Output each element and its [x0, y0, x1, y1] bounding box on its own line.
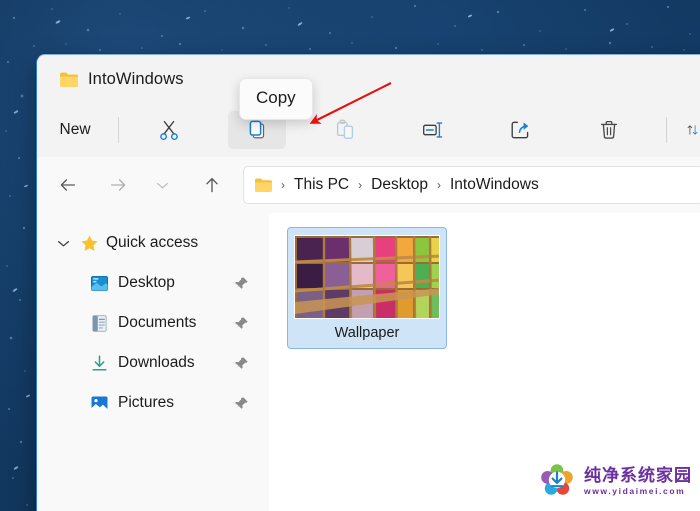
- file-name-label: Wallpaper: [334, 325, 400, 341]
- chevron-down-icon[interactable]: [53, 239, 73, 248]
- up-button[interactable]: [193, 167, 231, 203]
- toolbar-divider-1: [118, 117, 119, 143]
- sidebar-item-label: Pictures: [118, 394, 174, 411]
- delete-button[interactable]: [580, 111, 638, 149]
- pictures-icon: [91, 395, 108, 411]
- navigation-pane: Quick access Desktop Documents Downloads…: [37, 213, 269, 511]
- folder-icon: [60, 72, 78, 87]
- navigation-bar: › This PC › Desktop › IntoWindows: [37, 157, 700, 213]
- tab-title: IntoWindows: [88, 69, 184, 88]
- breadcrumb-separator: ›: [281, 178, 285, 192]
- address-bar[interactable]: › This PC › Desktop › IntoWindows: [243, 166, 700, 204]
- chevron-down-icon: [156, 182, 168, 188]
- watermark-title: 纯净系统家园: [584, 465, 692, 485]
- command-bar: New: [37, 103, 700, 157]
- copy-tooltip: Copy: [239, 78, 313, 120]
- toolbar-divider-2: [666, 117, 667, 143]
- pin-icon[interactable]: [235, 356, 249, 370]
- rename-icon: [423, 122, 443, 138]
- trash-icon: [600, 120, 618, 139]
- sidebar-group-quick-access[interactable]: Quick access: [43, 223, 263, 263]
- site-watermark: 纯净系统家园 www.yidaimei.com: [537, 461, 692, 501]
- pin-icon[interactable]: [235, 276, 249, 290]
- new-button-label: New: [59, 121, 91, 138]
- sidebar-group-label: Quick access: [106, 234, 199, 251]
- breadcrumb-item-intowindows[interactable]: IntoWindows: [445, 174, 544, 196]
- forward-button[interactable]: [99, 167, 137, 203]
- breadcrumb-separator: ›: [437, 178, 441, 192]
- sidebar-item-pictures[interactable]: Pictures: [43, 383, 263, 423]
- file-explorer-window: IntoWindows New › This PC › Desktop › In…: [36, 54, 700, 511]
- documents-icon: [92, 314, 107, 332]
- star-icon: [81, 234, 98, 251]
- sidebar-item-label: Desktop: [118, 274, 175, 291]
- sidebar-item-documents[interactable]: Documents: [43, 303, 263, 343]
- breadcrumb-item-desktop[interactable]: Desktop: [366, 174, 433, 196]
- recent-locations-button[interactable]: [143, 167, 181, 203]
- sort-arrows-icon: [687, 125, 698, 135]
- paste-button: [316, 111, 374, 149]
- desktop-icon: [90, 275, 109, 291]
- arrow-up-icon: [206, 177, 218, 193]
- file-thumbnail: [294, 235, 440, 319]
- watermark-url: www.yidaimei.com: [584, 485, 686, 496]
- share-button[interactable]: [492, 111, 550, 149]
- paste-icon: [336, 119, 354, 139]
- downloads-icon: [92, 354, 107, 371]
- sidebar-item-downloads[interactable]: Downloads: [43, 343, 263, 383]
- pin-icon[interactable]: [235, 396, 249, 410]
- copy-icon: [249, 120, 265, 139]
- arrow-left-icon: [60, 179, 76, 191]
- rename-button[interactable]: [404, 111, 462, 149]
- sort-button[interactable]: So: [678, 111, 700, 149]
- tooltip-label: Copy: [256, 88, 296, 107]
- pin-icon[interactable]: [235, 316, 249, 330]
- folder-icon: [255, 178, 272, 193]
- watermark-text: 纯净系统家园 www.yidaimei.com: [584, 467, 692, 496]
- arrow-right-icon: [110, 179, 126, 191]
- share-icon: [511, 121, 529, 139]
- cut-button[interactable]: [140, 111, 198, 149]
- breadcrumb-separator: ›: [358, 178, 363, 192]
- download-circle-logo: [541, 464, 573, 495]
- sidebar-item-desktop[interactable]: Desktop: [43, 263, 263, 303]
- sidebar-item-label: Documents: [118, 314, 197, 331]
- screen: IntoWindows New › This PC › Desktop › In…: [0, 0, 700, 511]
- new-button[interactable]: New: [47, 111, 107, 149]
- yarn-shelves-photo: [295, 236, 439, 318]
- title-bar: IntoWindows: [37, 55, 700, 103]
- sidebar-item-label: Downloads: [118, 354, 195, 371]
- back-button[interactable]: [49, 167, 87, 203]
- scissors-icon: [160, 120, 178, 141]
- breadcrumb-item-this-pc[interactable]: This PC: [289, 174, 354, 196]
- explorer-tab[interactable]: IntoWindows: [49, 65, 194, 94]
- file-tile-wallpaper[interactable]: Wallpaper: [287, 227, 447, 349]
